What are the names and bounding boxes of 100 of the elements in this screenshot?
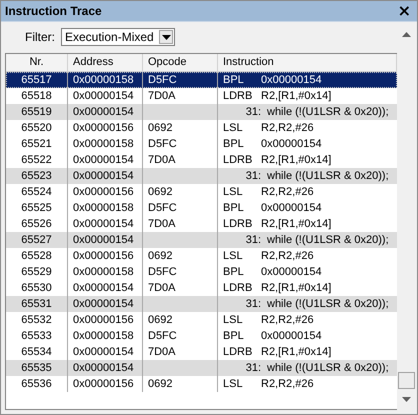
mnemonic-text: BPL — [223, 73, 245, 88]
mnemonic-text: LDRB — [223, 345, 254, 360]
opcode-cell: 7D0A — [148, 218, 176, 230]
address-cell: 0x00000156 — [73, 250, 134, 262]
row-number: 65518 — [21, 90, 52, 102]
source-code-text: while (!(U1LSR & 0x20)); — [267, 106, 389, 118]
operand-text: R2,[R1,#0x14] — [261, 218, 332, 230]
table-row[interactable]: 65533 0x00000158 D5FC BPL 0x00000154 — [6, 328, 397, 344]
table-row[interactable]: 65520 0x00000156 0692 LSL R2,R2,#26 — [6, 120, 397, 136]
row-number: 65536 — [21, 378, 52, 390]
source-line-number: 31: — [244, 105, 261, 120]
operand-text: 0x00000154 — [261, 74, 322, 86]
address-cell: 0x00000154 — [73, 90, 134, 102]
opcode-cell: 0692 — [148, 186, 172, 198]
operand-text: R2,[R1,#0x14] — [261, 90, 332, 102]
operand-text: R2,[R1,#0x14] — [261, 154, 332, 166]
opcode-cell: 0692 — [148, 378, 172, 390]
source-line-number: 31: — [244, 233, 261, 248]
row-number: 65526 — [21, 218, 52, 230]
scroll-up-icon[interactable] — [402, 32, 411, 37]
table-row[interactable]: 65532 0x00000156 0692 LSL R2,R2,#26 — [6, 312, 397, 328]
address-cell: 0x00000154 — [73, 298, 134, 310]
operand-text: R2,R2,#26 — [261, 186, 314, 198]
row-number: 65522 — [21, 154, 52, 166]
table-row[interactable]: 65529 0x00000158 D5FC BPL 0x00000154 — [6, 264, 397, 280]
row-number: 65528 — [21, 250, 52, 262]
caret-icon — [162, 34, 170, 40]
opcode-cell: 0692 — [148, 122, 172, 134]
column-header[interactable]: Nr. — [6, 54, 68, 71]
source-line-number: 31: — [244, 297, 261, 312]
table-row[interactable]: 65525 0x00000158 D5FC BPL 0x00000154 — [6, 200, 397, 216]
column-header[interactable]: Instruction — [218, 54, 397, 71]
address-cell: 0x00000156 — [73, 122, 134, 134]
operand-text: R2,R2,#26 — [261, 378, 314, 390]
operand-text: R2,[R1,#0x14] — [261, 346, 332, 358]
source-code-text: while (!(U1LSR & 0x20)); — [267, 298, 389, 310]
row-number: 65531 — [21, 298, 52, 310]
opcode-cell: D5FC — [148, 202, 177, 214]
source-line-number: 31: — [244, 169, 261, 184]
operand-text: 0x00000154 — [261, 138, 322, 150]
table-row[interactable]: 65528 0x00000156 0692 LSL R2,R2,#26 — [6, 248, 397, 264]
row-number: 65521 — [21, 138, 52, 150]
address-cell: 0x00000158 — [73, 74, 134, 86]
mnemonic-text: BPL — [223, 201, 245, 216]
address-cell: 0x00000154 — [73, 362, 134, 374]
source-code-text: while (!(U1LSR & 0x20)); — [267, 362, 389, 374]
mnemonic-text: BPL — [223, 329, 245, 344]
operand-text: R2,R2,#26 — [261, 314, 314, 326]
table-row[interactable]: 65527 0x00000154 31: while (!(U1LSR & 0x20)); — [6, 232, 397, 248]
address-cell: 0x00000156 — [73, 314, 134, 326]
row-number: 65519 — [21, 106, 52, 118]
table-row[interactable]: 65535 0x00000154 31: while (!(U1LSR & 0x20)); — [6, 360, 397, 376]
address-cell: 0x00000154 — [73, 154, 134, 166]
address-cell: 0x00000154 — [73, 218, 134, 230]
address-cell: 0x00000158 — [73, 266, 134, 278]
close-button[interactable]: × — [396, 3, 413, 19]
table-row[interactable]: 65517 0x00000158 D5FC BPL 0x00000154 — [6, 72, 397, 88]
opcode-cell: D5FC — [148, 74, 177, 86]
table-row[interactable]: 65523 0x00000154 31: while (!(U1LSR & 0x20)); — [6, 168, 397, 184]
row-number: 65530 — [21, 282, 52, 294]
opcode-cell: D5FC — [148, 138, 177, 150]
opcode-cell: 0692 — [148, 250, 172, 262]
address-cell: 0x00000154 — [73, 234, 134, 246]
table-row[interactable]: 65536 0x00000156 0692 LSL R2,R2,#26 — [6, 376, 397, 392]
address-cell: 0x00000156 — [73, 186, 134, 198]
mnemonic-text: LDRB — [223, 89, 254, 104]
table-row[interactable]: 65531 0x00000154 31: while (!(U1LSR & 0x20)); — [6, 296, 397, 312]
row-number: 65529 — [21, 266, 52, 278]
window-title: Instruction Trace — [5, 4, 102, 18]
address-cell: 0x00000158 — [73, 330, 134, 342]
scroll-thumb[interactable] — [398, 372, 415, 389]
opcode-cell: 7D0A — [148, 346, 176, 358]
row-number: 65535 — [21, 362, 52, 374]
row-number: 65517 — [21, 74, 52, 86]
opcode-cell: 0692 — [148, 314, 172, 326]
row-number: 65525 — [21, 202, 52, 214]
mnemonic-text: LSL — [223, 313, 244, 328]
mnemonic-text: LDRB — [223, 217, 254, 232]
mnemonic-text: LSL — [223, 377, 244, 392]
address-cell: 0x00000154 — [73, 282, 134, 294]
opcode-cell: 7D0A — [148, 282, 176, 294]
column-header[interactable]: Opcode — [143, 54, 218, 71]
operand-text: R2,R2,#26 — [261, 250, 314, 262]
column-header[interactable]: Address — [68, 54, 143, 71]
table-row[interactable]: 65524 0x00000156 0692 LSL R2,R2,#26 — [6, 184, 397, 200]
row-number: 65523 — [21, 170, 52, 182]
scroll-down-icon[interactable] — [402, 397, 411, 402]
address-cell: 0x00000156 — [73, 378, 134, 390]
filter-label: Filter: — [25, 30, 55, 44]
source-code-text: while (!(U1LSR & 0x20)); — [267, 234, 389, 246]
dropdown-button[interactable] — [159, 30, 173, 44]
table-row[interactable]: 65521 0x00000158 D5FC BPL 0x00000154 — [6, 136, 397, 152]
source-line-number: 31: — [244, 361, 261, 376]
table-row[interactable]: 65519 0x00000154 31: while (!(U1LSR & 0x20)); — [6, 104, 397, 120]
operand-text: R2,[R1,#0x14] — [261, 282, 332, 294]
opcode-cell: D5FC — [148, 330, 177, 342]
address-cell: 0x00000154 — [73, 170, 134, 182]
filter-dropdown[interactable]: Execution-Mixed — [61, 28, 175, 46]
mnemonic-text: BPL — [223, 265, 245, 280]
address-cell: 0x00000154 — [73, 346, 134, 358]
